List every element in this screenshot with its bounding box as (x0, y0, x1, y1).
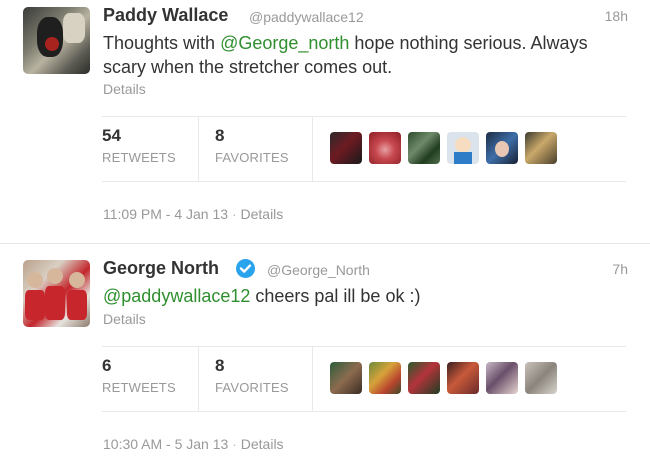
tweet: Paddy Wallace @paddywallace12 18h Though… (0, 0, 650, 243)
tweet-text-before: Thoughts with (103, 33, 221, 53)
user-name[interactable]: George North (103, 258, 219, 279)
favorites-label: FAVORITES (215, 150, 289, 165)
favoriter-avatar[interactable] (408, 362, 440, 394)
tweet: George North @George_North 7h @paddywall… (0, 244, 650, 466)
retweets-count: 54 (102, 126, 121, 145)
favorites-stat[interactable]: 8 FAVORITES (215, 356, 289, 395)
tweet-text-after: cheers pal ill be ok :) (250, 286, 421, 306)
user-handle[interactable]: @paddywallace12 (249, 9, 364, 25)
favorites-label: FAVORITES (215, 380, 289, 395)
avatar[interactable] (23, 7, 90, 74)
favoriter-avatar[interactable] (447, 132, 479, 164)
tweet-timestamp[interactable]: 11:09 PM - 4 Jan 13 (103, 206, 228, 222)
favoriter-avatar[interactable] (486, 362, 518, 394)
retweets-label: RETWEETS (102, 150, 176, 165)
tweet-text: @paddywallace12 cheers pal ill be ok :) (103, 284, 623, 308)
favoriter-avatar[interactable] (408, 132, 440, 164)
favoriter-avatar[interactable] (369, 362, 401, 394)
tweet-footer: 10:30 AM - 5 Jan 13 · Details (103, 436, 284, 452)
favoriter-avatar[interactable] (330, 362, 362, 394)
favorites-stat[interactable]: 8 FAVORITES (215, 126, 289, 165)
tweet-header: George North @George_North 7h (103, 258, 628, 282)
tweet-time[interactable]: 7h (612, 261, 628, 277)
favoriter-avatar[interactable] (447, 362, 479, 394)
favoriter-avatar[interactable] (369, 132, 401, 164)
tweet-text: Thoughts with @George_north hope nothing… (103, 31, 623, 79)
tweet-header: Paddy Wallace @paddywallace12 18h (103, 5, 628, 29)
mention-link[interactable]: @paddywallace12 (103, 286, 250, 306)
footer-separator: · (231, 206, 237, 222)
tweet-timestamp[interactable]: 10:30 AM - 5 Jan 13 (103, 436, 228, 452)
user-name[interactable]: Paddy Wallace (103, 5, 228, 26)
stats-divider (312, 117, 313, 181)
favoriter-avatar[interactable] (330, 132, 362, 164)
tweet-stats: 6 RETWEETS 8 FAVORITES (102, 346, 626, 412)
favorites-count: 8 (215, 126, 225, 145)
mention-link[interactable]: @George_north (220, 33, 349, 53)
favoriter-avatar[interactable] (525, 132, 557, 164)
verified-icon (236, 259, 255, 278)
stats-divider (312, 347, 313, 411)
tweet-time[interactable]: 18h (605, 8, 628, 24)
tweet-footer: 11:09 PM - 4 Jan 13 · Details (103, 206, 283, 222)
favoriter-avatar[interactable] (525, 362, 557, 394)
details-link[interactable]: Details (103, 81, 146, 97)
retweets-count: 6 (102, 356, 112, 375)
avatar[interactable] (23, 260, 90, 327)
retweets-stat[interactable]: 6 RETWEETS (102, 356, 176, 395)
footer-separator: · (232, 436, 237, 452)
favorites-count: 8 (215, 356, 225, 375)
tweet-stats: 54 RETWEETS 8 FAVORITES (102, 116, 626, 182)
stats-divider (198, 117, 199, 181)
stats-divider (198, 347, 199, 411)
favoriter-avatar[interactable] (486, 132, 518, 164)
footer-details-link[interactable]: Details (241, 436, 284, 452)
retweets-label: RETWEETS (102, 380, 176, 395)
user-handle[interactable]: @George_North (267, 262, 370, 278)
retweets-stat[interactable]: 54 RETWEETS (102, 126, 176, 165)
footer-details-link[interactable]: Details (241, 206, 284, 222)
details-link[interactable]: Details (103, 311, 146, 327)
